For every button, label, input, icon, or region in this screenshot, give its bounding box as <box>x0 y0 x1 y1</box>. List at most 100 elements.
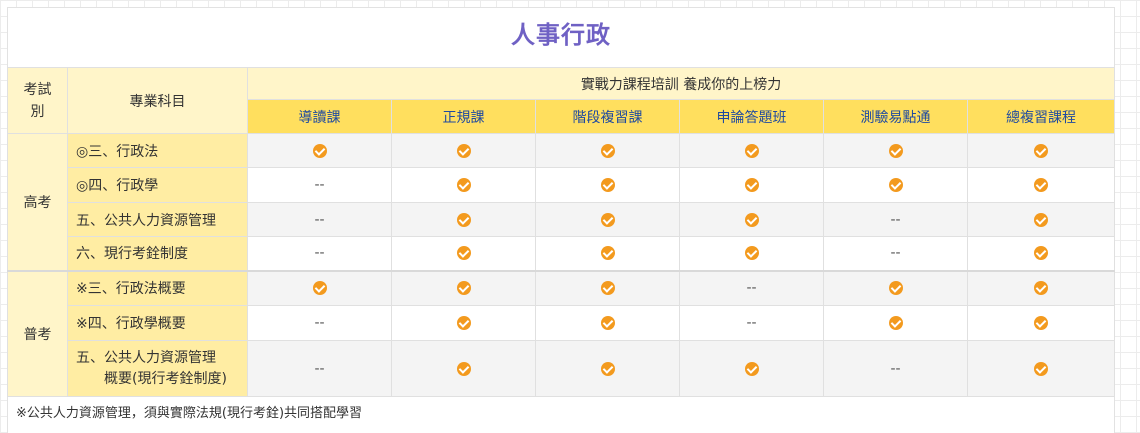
availability-cell <box>966 202 1116 237</box>
check-circle-icon <box>312 281 327 296</box>
availability-cell: -- <box>247 340 392 397</box>
availability-cell: -- <box>247 305 392 341</box>
availability-cell <box>391 202 536 237</box>
check-circle-icon <box>1034 143 1049 158</box>
not-available-dash: -- <box>314 360 325 377</box>
availability-cell <box>391 340 536 397</box>
availability-cell: -- <box>679 269 824 306</box>
check-circle-icon <box>744 361 759 376</box>
exam-category-cell: 普考 <box>7 269 68 397</box>
not-available-dash: -- <box>890 360 901 377</box>
availability-cell: -- <box>247 202 392 237</box>
exam-category-cell: 高考 <box>7 133 68 271</box>
check-circle-icon <box>456 212 471 227</box>
check-circle-icon <box>456 361 471 376</box>
check-circle-icon <box>1034 178 1049 192</box>
availability-cell <box>535 340 680 397</box>
course-table-card: 人事行政 考試別 專業科目 實戰力課程培訓 養成你的上榜力 導讀課 正規課 階段… <box>7 7 1116 433</box>
table-row: 高考 ◎三、行政法 <box>7 133 1116 271</box>
availability-cell <box>679 133 824 168</box>
check-circle-icon <box>744 178 759 192</box>
check-circle-icon <box>744 246 759 261</box>
availability-cell <box>535 305 680 341</box>
availability-cell <box>247 133 392 168</box>
course-header-regular: 正規課 <box>391 99 536 134</box>
availability-cell: -- <box>823 340 968 397</box>
subject-cell: ※三、行政法概要 <box>67 269 248 306</box>
availability-cell: -- <box>823 202 968 237</box>
check-circle-icon <box>600 246 615 261</box>
check-circle-icon <box>600 212 615 227</box>
check-circle-icon <box>888 316 903 330</box>
course-header-essay: 申論答題班 <box>679 99 824 134</box>
header-exam-category: 考試別 <box>7 67 68 134</box>
availability-cell <box>823 305 968 341</box>
page-title: 人事行政 <box>511 21 611 49</box>
course-header-final-review: 總複習課程 <box>966 99 1116 134</box>
check-circle-icon <box>888 178 903 192</box>
availability-cell <box>535 269 680 306</box>
not-available-dash: -- <box>746 280 757 297</box>
table-row: 六、現行考銓制度 -- -- <box>8 236 1116 271</box>
availability-cell <box>966 167 1116 203</box>
check-circle-icon <box>1034 281 1049 296</box>
availability-cell <box>391 305 536 341</box>
availability-cell <box>391 269 536 306</box>
check-circle-icon <box>600 178 615 192</box>
table-row: ◎四、行政學 -- <box>8 167 1116 203</box>
availability-cell <box>391 133 536 168</box>
not-available-dash: -- <box>314 211 325 228</box>
availability-cell <box>823 269 968 306</box>
availability-cell <box>535 236 680 271</box>
not-available-dash: -- <box>314 245 325 262</box>
availability-cell: -- <box>247 236 392 271</box>
availability-cell <box>535 133 680 168</box>
availability-cell <box>535 202 680 237</box>
check-circle-icon <box>744 212 759 227</box>
check-circle-icon <box>456 143 471 158</box>
availability-cell: -- <box>247 167 392 203</box>
subject-label-line2: 概要(現行考銓制度) <box>104 370 227 387</box>
check-circle-icon <box>1034 212 1049 227</box>
table-row: 普考 ※三、行政法概要 -- <box>7 269 1116 397</box>
header-subject: 專業科目 <box>67 67 248 134</box>
subject-cell: 六、現行考銓制度 <box>67 236 248 271</box>
not-available-dash: -- <box>746 315 757 331</box>
check-circle-icon <box>888 281 903 296</box>
check-circle-icon <box>312 143 327 158</box>
check-circle-icon <box>600 143 615 158</box>
availability-cell <box>823 167 968 203</box>
course-table: 考試別 專業科目 實戰力課程培訓 養成你的上榜力 導讀課 正規課 階段複習課 申… <box>7 67 1116 397</box>
availability-cell <box>391 236 536 271</box>
check-circle-icon <box>1034 316 1049 330</box>
course-header-stage-review: 階段複習課 <box>535 99 680 134</box>
availability-cell <box>535 167 680 203</box>
check-circle-icon <box>456 281 471 296</box>
check-circle-icon <box>1034 361 1049 376</box>
course-header-intro: 導讀課 <box>247 99 392 134</box>
availability-cell: -- <box>823 236 968 271</box>
header-exam-category-label: 考試別 <box>23 81 52 120</box>
not-available-dash: -- <box>314 315 325 331</box>
subject-cell: ◎三、行政法 <box>67 133 248 168</box>
availability-cell: -- <box>679 305 824 341</box>
availability-cell <box>966 269 1116 306</box>
subject-label: 五、公共人力資源管理 <box>76 349 216 366</box>
subject-cell: 五、公共人力資源管理 <box>67 202 248 237</box>
table-row: ※四、行政學概要 -- -- <box>8 305 1116 341</box>
table-row: 五、公共人力資源管理 -- -- <box>8 202 1116 237</box>
table-row: 五、公共人力資源管理概要(現行考銓制度) -- -- <box>8 340 1116 397</box>
availability-cell <box>679 202 824 237</box>
availability-cell <box>966 340 1116 397</box>
check-circle-icon <box>600 281 615 296</box>
not-available-dash: -- <box>890 245 901 262</box>
course-header-quiz: 測驗易點通 <box>823 99 968 134</box>
subject-cell: ※四、行政學概要 <box>67 305 248 341</box>
availability-cell <box>679 167 824 203</box>
availability-cell <box>679 236 824 271</box>
availability-cell <box>966 305 1116 341</box>
subject-cell: 五、公共人力資源管理概要(現行考銓制度) <box>67 340 248 397</box>
check-circle-icon <box>744 143 759 158</box>
availability-cell <box>966 133 1116 168</box>
check-circle-icon <box>600 316 615 330</box>
